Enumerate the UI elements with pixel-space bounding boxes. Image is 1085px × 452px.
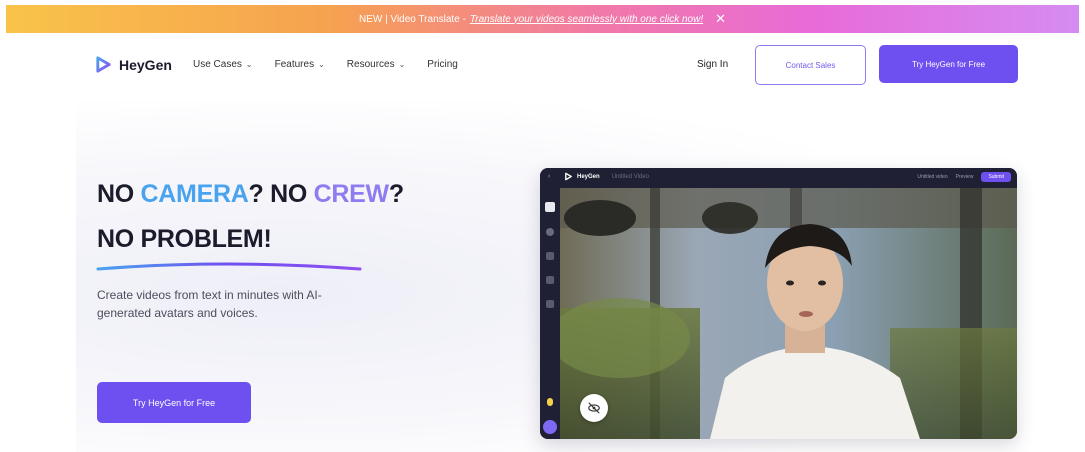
preview-right-item: Untitled video: [917, 174, 948, 180]
announcement-bar: NEW | Video Translate - Translate your v…: [6, 5, 1079, 33]
announcement-prefix: NEW | Video Translate -: [358, 13, 466, 25]
avatar-video: [560, 188, 1017, 439]
preview-project-label: Untitled Video: [611, 173, 649, 180]
nav-label: Resources: [346, 59, 395, 70]
headline-text: NO: [97, 180, 141, 208]
heygen-logo-icon: [96, 56, 111, 73]
headline-underline: [96, 262, 362, 271]
headline-line-2: NO PROBLEM!: [97, 225, 272, 253]
heygen-logo-icon: [565, 172, 572, 181]
hero-subtext: Create videos from text in minutes with …: [97, 288, 322, 320]
nav-features[interactable]: Features ⌄: [275, 59, 325, 70]
hero-headline: NO CAMERA? NO CREW? NO PROBLEM!: [97, 172, 404, 262]
app-preview: ‹ HeyGen Untitled Video Untitled video P…: [540, 168, 1017, 439]
user-avatar-icon: [543, 420, 557, 434]
nav-pricing[interactable]: Pricing: [427, 59, 458, 70]
headline-camera: CAMERA: [140, 180, 249, 208]
announcement-link[interactable]: Translate your videos seamlessly with on…: [470, 14, 703, 25]
preview-actions: Untitled video Preview Submit: [917, 172, 1011, 182]
media-icon: [546, 276, 554, 284]
lightbulb-icon: [547, 398, 553, 406]
chevron-down-icon: ⌄: [245, 60, 253, 69]
nav-resources[interactable]: Resources ⌄: [347, 59, 406, 70]
preview-logo-text: HeyGen: [577, 173, 600, 180]
headline-text: ? NO: [248, 180, 314, 208]
headline-text: ?: [388, 180, 404, 208]
nav-label: Use Cases: [193, 59, 242, 70]
site-header: HeyGen Use Cases ⌄ Features ⌄ Resources …: [0, 33, 1085, 100]
hero-try-free-button[interactable]: Try HeyGen for Free: [97, 382, 251, 423]
avatar-icon: [546, 228, 554, 236]
headline-crew: CREW: [313, 180, 389, 208]
contact-sales-button[interactable]: Contact Sales: [755, 45, 866, 85]
preview-sidebar: [540, 188, 560, 439]
text-icon: [546, 252, 554, 260]
preview-right-item: Preview: [955, 174, 974, 180]
back-arrow-icon: ‹: [548, 173, 551, 180]
elements-icon: [546, 300, 554, 308]
close-icon[interactable]: ✕: [715, 11, 726, 27]
logo[interactable]: HeyGen: [94, 55, 172, 74]
preview-logo: HeyGen Untitled Video: [564, 172, 649, 181]
sign-in-link[interactable]: Sign In: [697, 59, 728, 70]
try-free-button[interactable]: Try HeyGen for Free: [879, 45, 1018, 83]
template-icon: [545, 202, 555, 212]
main-nav: Use Cases ⌄ Features ⌄ Resources ⌄ Prici…: [193, 59, 458, 70]
logo-text: HeyGen: [119, 56, 172, 73]
chevron-down-icon: ⌄: [398, 60, 406, 69]
preview-submit-button: Submit: [981, 172, 1011, 182]
headline-line-1: NO CAMERA? NO CREW?: [97, 172, 404, 217]
nav-label: Pricing: [427, 59, 458, 70]
eye-off-icon: [588, 402, 600, 414]
preview-topbar: ‹ HeyGen Untitled Video Untitled video P…: [540, 168, 1017, 188]
nav-label: Features: [274, 59, 315, 70]
chevron-down-icon: ⌄: [318, 60, 325, 69]
nav-use-cases[interactable]: Use Cases ⌄: [193, 59, 253, 70]
hide-camera-button[interactable]: [580, 394, 608, 422]
